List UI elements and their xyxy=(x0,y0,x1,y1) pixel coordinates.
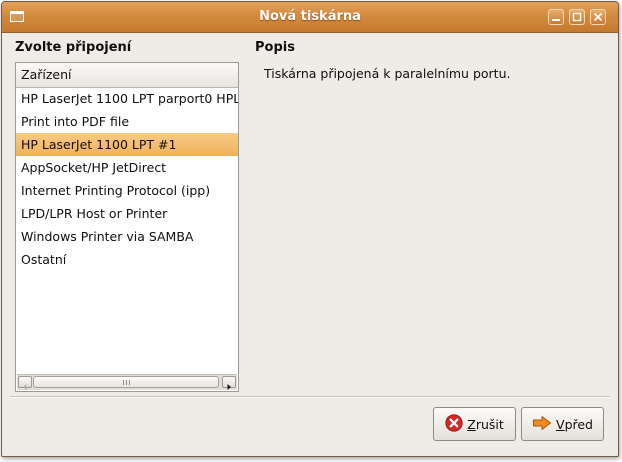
list-item[interactable]: HP LaserJet 1100 LPT parport0 HPLIP xyxy=(16,87,238,110)
connection-description: Tiskárna připojená k paralelnímu portu. xyxy=(264,66,511,81)
list-item[interactable]: LPD/LPR Host or Printer xyxy=(16,202,238,225)
list-item[interactable]: Internet Printing Protocol (ipp) xyxy=(16,179,238,202)
description-heading: Popis xyxy=(255,40,295,55)
scroll-right-button[interactable] xyxy=(222,376,236,390)
scrollbar-thumb[interactable] xyxy=(33,376,219,388)
forward-button[interactable]: Vpřed xyxy=(521,407,604,441)
new-printer-window: Nová tiskárna Zvolte připojení Popis Zař… xyxy=(1,1,619,457)
minimize-icon xyxy=(552,19,560,21)
titlebar[interactable]: Nová tiskárna xyxy=(2,2,618,33)
cancel-button[interactable]: Zrušit xyxy=(433,407,516,441)
list-item[interactable]: Print into PDF file xyxy=(16,110,238,133)
arrow-left-icon xyxy=(23,384,27,390)
arrow-right-icon xyxy=(227,384,231,390)
cancel-label: Zrušit xyxy=(467,416,504,432)
connection-heading: Zvolte připojení xyxy=(15,40,132,55)
maximize-icon xyxy=(572,12,582,22)
close-icon xyxy=(593,12,603,22)
list-item-selected[interactable]: HP LaserJet 1100 LPT #1 xyxy=(16,133,238,156)
grip-icon xyxy=(122,380,132,385)
device-column-header[interactable]: Zařízení xyxy=(16,63,238,88)
list-item[interactable]: AppSocket/HP JetDirect xyxy=(16,156,238,179)
list-item[interactable]: Ostatní xyxy=(16,248,238,271)
maximize-button[interactable] xyxy=(569,9,585,25)
device-list[interactable]: Zařízení HP LaserJet 1100 LPT parport0 H… xyxy=(15,62,239,392)
device-list-rows: HP LaserJet 1100 LPT parport0 HPLIP Prin… xyxy=(16,87,238,271)
cancel-icon xyxy=(445,413,463,435)
forward-label: Vpřed xyxy=(556,416,593,432)
list-item[interactable]: Windows Printer via SAMBA xyxy=(16,225,238,248)
separator xyxy=(10,396,610,398)
window-title: Nová tiskárna xyxy=(259,9,361,24)
horizontal-scrollbar[interactable] xyxy=(17,374,237,390)
forward-arrow-icon xyxy=(532,415,552,434)
scroll-left-button[interactable] xyxy=(18,376,32,390)
minimize-button[interactable] xyxy=(548,9,564,25)
close-button[interactable] xyxy=(590,9,606,25)
